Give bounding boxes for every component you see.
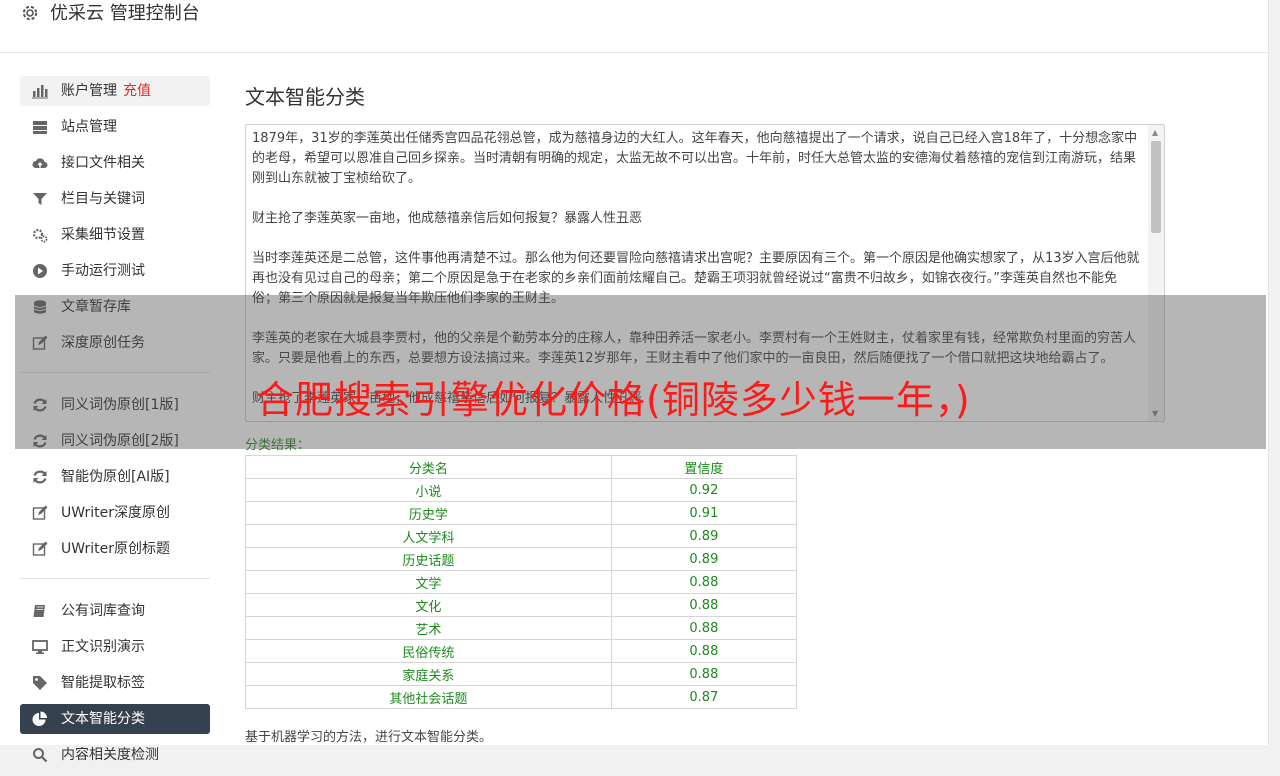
sidebar-item-label: 接口文件相关 <box>61 155 145 171</box>
sidebar-item-items3-1[interactable]: 正文识别演示 <box>20 632 210 662</box>
sidebar-item-label: 文本智能分类 <box>61 711 145 727</box>
sidebar-item-items3-0[interactable]: 公有词库查询 <box>20 596 210 626</box>
pie-chart-icon <box>32 711 47 726</box>
sidebar-item-items3-2[interactable]: 智能提取标签 <box>20 668 210 698</box>
ad-overlay <box>15 295 1266 449</box>
text-paragraph: 财主抢了李莲英家一亩地，他成慈禧亲信后如何报复？暴露人性丑恶 <box>252 211 643 226</box>
category-cell: 艺术 <box>245 616 612 640</box>
table-row: 民俗传统 0.88 <box>245 639 798 663</box>
confidence-cell: 0.88 <box>610 570 798 594</box>
top-header: 优采云 管理控制台 <box>0 0 1268 53</box>
category-cell: 家庭关系 <box>245 662 612 686</box>
gears-icon <box>32 228 48 243</box>
sidebar-item-label: 公有词库查询 <box>61 603 145 619</box>
category-cell: 文学 <box>245 570 612 594</box>
cloud-upload-icon <box>32 158 48 168</box>
sidebar-divider <box>20 578 210 579</box>
column-header-category: 分类名 <box>245 455 612 479</box>
overlay-headline: 合肥搜索引擎优化价格(铜陵多少钱一年，) <box>256 378 971 422</box>
console-title: 优采云 管理控制台 <box>50 3 200 24</box>
sidebar-item-label: 正文识别演示 <box>61 639 145 655</box>
category-cell: 小说 <box>245 478 612 502</box>
monitor-icon <box>32 640 48 654</box>
sidebar-item-items1-1[interactable]: 接口文件相关 <box>20 148 210 178</box>
category-cell: 历史话题 <box>245 547 612 571</box>
sidebar-item-label: 智能提取标签 <box>61 675 145 691</box>
gear-icon <box>22 5 38 21</box>
category-cell: 文化 <box>245 593 612 617</box>
confidence-cell: 0.87 <box>610 685 798 709</box>
book-icon <box>33 605 45 617</box>
category-cell: 历史学 <box>245 501 612 525</box>
sidebar-item-items1-2[interactable]: 栏目与关键词 <box>20 184 210 214</box>
filter-icon <box>33 193 47 205</box>
sidebar-item-label: UWriter深度原创 <box>61 505 170 521</box>
sidebar-item-label: 账户管理 <box>61 83 117 99</box>
sidebar-item-items3-3[interactable]: 文本智能分类 <box>20 704 210 734</box>
sidebar-item-label: 站点管理 <box>61 119 117 135</box>
recharge-link[interactable]: 充值 <box>123 83 151 99</box>
sidebar-item-items1-4[interactable]: 手动运行测试 <box>20 256 210 286</box>
table-row: 文化 0.88 <box>245 593 798 617</box>
sidebar-item-items1-0[interactable]: 站点管理 <box>20 112 210 142</box>
confidence-cell: 0.88 <box>610 639 798 663</box>
scroll-up-icon[interactable]: ▲ <box>1152 128 1158 137</box>
sidebar-item-label: 手动运行测试 <box>61 263 145 279</box>
server-icon <box>33 121 47 134</box>
table-row: 文学 0.88 <box>245 570 798 594</box>
page-title: 文本智能分类 <box>245 85 365 109</box>
category-cell: 其他社会话题 <box>245 685 612 709</box>
play-icon <box>33 264 47 278</box>
sidebar-item-items2-4[interactable]: UWriter原创标题 <box>20 534 210 564</box>
table-row: 历史话题 0.89 <box>245 547 798 571</box>
classification-table: 分类名 置信度 小说 0.92 历史学 0.91 人文学科 0.89 历史话题 0.89 文学 0… <box>245 455 798 709</box>
confidence-cell: 0.88 <box>610 616 798 640</box>
confidence-cell: 0.89 <box>610 524 798 548</box>
sidebar-item-items2-3[interactable]: UWriter深度原创 <box>20 498 210 528</box>
edit-icon <box>32 505 48 520</box>
sidebar-item-items2-2[interactable]: 智能伪原创[AI版] <box>20 462 210 492</box>
confidence-cell: 0.88 <box>610 593 798 617</box>
sidebar-item-label: 智能伪原创[AI版] <box>61 469 170 485</box>
confidence-cell: 0.91 <box>610 501 798 525</box>
table-row: 家庭关系 0.88 <box>245 662 798 686</box>
table-row: 其他社会话题 0.87 <box>245 685 798 709</box>
sidebar-item-label: 栏目与关键词 <box>61 191 145 207</box>
table-row: 小说 0.92 <box>245 478 798 502</box>
edit-icon <box>32 541 48 556</box>
refresh-icon <box>33 470 47 484</box>
sidebar-item-label: UWriter原创标题 <box>61 541 170 557</box>
scrollbar-thumb[interactable] <box>1151 141 1161 233</box>
tag-icon <box>33 676 47 690</box>
search-icon <box>33 748 48 763</box>
sidebar-item-label: 采集细节设置 <box>61 227 145 243</box>
category-cell: 人文学科 <box>245 524 612 548</box>
table-row: 历史学 0.91 <box>245 501 798 525</box>
table-row: 艺术 0.88 <box>245 616 798 640</box>
sidebar-item-account[interactable]: 账户管理 充值 <box>20 76 210 106</box>
method-note: 基于机器学习的方法，进行文本智能分类。 <box>245 730 493 745</box>
main-panel: 文本智能分类 1879年，31岁的李莲英出任储秀宫四品花翎总管，成为慈禧身边的大… <box>245 76 1165 745</box>
bar-chart-icon <box>32 85 48 99</box>
confidence-cell: 0.92 <box>610 478 798 502</box>
table-row: 人文学科 0.89 <box>245 524 798 548</box>
text-paragraph: 1879年，31岁的李莲英出任储秀宫四品花翎总管，成为慈禧身边的大红人。这年春天… <box>252 131 1138 186</box>
column-header-confidence: 置信度 <box>610 455 798 479</box>
confidence-cell: 0.88 <box>610 662 798 686</box>
confidence-cell: 0.89 <box>610 547 798 571</box>
category-cell: 民俗传统 <box>245 639 612 663</box>
table-header-row: 分类名 置信度 <box>245 455 798 479</box>
sidebar-item-items1-3[interactable]: 采集细节设置 <box>20 220 210 250</box>
